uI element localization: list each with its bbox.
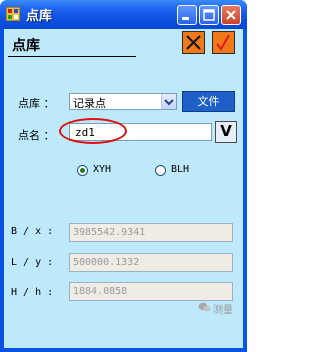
chevron-down-icon xyxy=(164,99,174,106)
b-x-value: 3985542.9341 xyxy=(73,227,146,238)
h-h-field: 1884.0858 xyxy=(69,282,233,301)
app-icon xyxy=(6,7,20,21)
maximize-icon xyxy=(203,9,215,21)
library-label: 点库 ： xyxy=(18,97,55,110)
library-select-value: 记录点 xyxy=(73,97,106,110)
highlight-ellipse xyxy=(59,118,127,144)
close-icon xyxy=(226,10,236,20)
radio-blh-label: BLH xyxy=(171,164,190,175)
chat-bubble-icon xyxy=(198,302,211,312)
minimize-icon xyxy=(182,17,189,20)
h-h-value: 1884.0858 xyxy=(73,286,128,297)
checkmark-icon xyxy=(216,34,230,51)
close-button[interactable] xyxy=(221,5,241,25)
b-x-label: B / x : xyxy=(11,226,54,237)
panel-title: 点库 xyxy=(12,38,40,54)
radio-selected-dot xyxy=(80,168,85,173)
form-client-area: 点库 点库 ： 记录点 文件 点名 ： zd1 V XYH BLH B / x … xyxy=(4,29,243,348)
confirm-button[interactable] xyxy=(212,31,235,54)
l-y-label: L / y : xyxy=(11,257,54,268)
window-title: 点库 xyxy=(26,9,53,24)
app-window: 点库 点库 点库 ： 记录点 文件 点名 ： zd1 V XYH BLH B /… xyxy=(0,0,247,352)
watermark-text: 测量 xyxy=(213,305,233,316)
minimize-button[interactable] xyxy=(177,5,197,25)
radio-xyh-label: XYH xyxy=(93,164,112,175)
l-y-field: 500000.1332 xyxy=(69,253,233,272)
dropdown-arrow-button[interactable] xyxy=(161,94,176,109)
l-y-value: 500000.1332 xyxy=(73,257,140,268)
cross-icon xyxy=(186,35,201,50)
b-x-field: 3985542.9341 xyxy=(69,223,233,242)
file-button[interactable]: 文件 xyxy=(182,91,235,112)
watermark: 测量 xyxy=(198,301,234,316)
radio-xyh[interactable] xyxy=(77,165,88,176)
radio-blh[interactable] xyxy=(155,165,166,176)
point-name-label: 点名 ： xyxy=(18,129,55,142)
h-h-label: H / h : xyxy=(11,287,54,298)
library-select[interactable]: 记录点 xyxy=(69,93,177,110)
cancel-button[interactable] xyxy=(182,31,205,54)
title-divider xyxy=(8,56,136,57)
v-button[interactable]: V xyxy=(215,121,237,143)
title-bar[interactable]: 点库 xyxy=(0,0,247,29)
maximize-button[interactable] xyxy=(199,5,219,25)
